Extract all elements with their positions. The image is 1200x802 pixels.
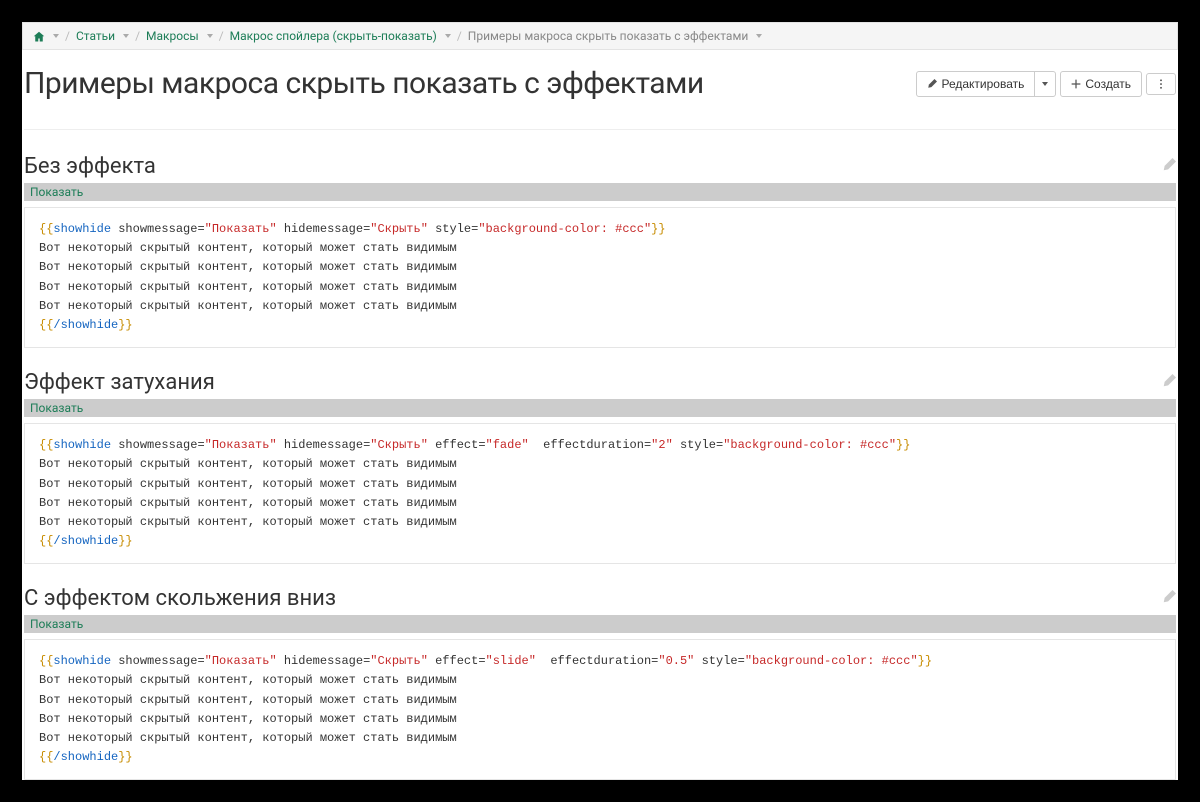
caret-down-icon <box>207 34 213 38</box>
breadcrumb-link[interactable]: Макросы <box>146 29 199 43</box>
section-heading: Без эффекта <box>24 154 156 179</box>
pencil-icon <box>1162 590 1176 604</box>
breadcrumb-current: Примеры макроса скрыть показать с эффект… <box>468 29 748 43</box>
breadcrumb-separator: / <box>65 29 70 43</box>
section: С эффектом скольжения вниз Показать {{show… <box>24 586 1176 780</box>
pencil-icon <box>927 79 937 89</box>
pencil-icon <box>1162 374 1176 388</box>
section-edit-button[interactable] <box>1162 590 1176 608</box>
create-button-label: Создать <box>1085 77 1131 91</box>
breadcrumb-link[interactable]: Статьи <box>76 29 115 43</box>
section-edit-button[interactable] <box>1162 374 1176 392</box>
section: Без эффекта Показать {{showhide showmessag… <box>24 154 1176 348</box>
section-head: С эффектом скольжения вниз <box>24 586 1176 611</box>
divider <box>24 129 1176 130</box>
breadcrumb-separator: / <box>135 29 140 43</box>
breadcrumb-separator: / <box>457 29 462 43</box>
more-actions-button[interactable] <box>1146 73 1176 95</box>
showhide-toggle-link[interactable]: Показать <box>30 401 83 415</box>
page-title: Примеры макроса скрыть показать с эффект… <box>24 66 704 101</box>
caret-down-icon <box>445 34 451 38</box>
section-head: Без эффекта <box>24 154 1176 179</box>
create-button[interactable]: Создать <box>1060 71 1142 97</box>
breadcrumb-separator: / <box>219 29 224 43</box>
more-vertical-icon <box>1156 79 1166 89</box>
section-head: Эффект затухания <box>24 370 1176 395</box>
caret-down-icon <box>123 34 129 38</box>
showhide-toggle-bar: Показать <box>24 615 1176 633</box>
page-frame: / Статьи / Макросы / Макрос спойлера (ск… <box>22 22 1178 780</box>
home-icon <box>33 31 45 43</box>
title-row: Примеры макроса скрыть показать с эффект… <box>24 50 1176 109</box>
caret-down-icon <box>1042 82 1048 86</box>
caret-down-icon <box>756 34 762 38</box>
plus-icon <box>1071 79 1081 89</box>
code-block: {{showhide showmessage="Показать" hideme… <box>24 639 1176 780</box>
section-heading: Эффект затухания <box>24 370 215 395</box>
code-block: {{showhide showmessage="Показать" hideme… <box>24 423 1176 564</box>
edit-button-group: Редактировать <box>916 71 1056 97</box>
showhide-toggle-link[interactable]: Показать <box>30 185 83 199</box>
showhide-toggle-link[interactable]: Показать <box>30 617 83 631</box>
code-block: {{showhide showmessage="Показать" hideme… <box>24 207 1176 348</box>
caret-down-icon <box>53 34 59 38</box>
edit-dropdown-toggle[interactable] <box>1034 71 1056 97</box>
breadcrumb: / Статьи / Макросы / Макрос спойлера (ск… <box>22 22 1178 50</box>
breadcrumb-link[interactable]: Макрос спойлера (скрыть-показать) <box>230 29 437 43</box>
title-actions: Редактировать Создать <box>916 71 1176 97</box>
showhide-toggle-bar: Показать <box>24 183 1176 201</box>
edit-button[interactable]: Редактировать <box>916 71 1035 97</box>
breadcrumb-home[interactable] <box>33 29 45 43</box>
pencil-icon <box>1162 158 1176 172</box>
sections-container: Без эффекта Показать {{showhide showmessag… <box>24 154 1176 780</box>
section: Эффект затухания Показать {{showhide showm… <box>24 370 1176 564</box>
section-heading: С эффектом скольжения вниз <box>24 586 336 611</box>
edit-button-label: Редактировать <box>941 77 1024 91</box>
section-edit-button[interactable] <box>1162 158 1176 176</box>
showhide-toggle-bar: Показать <box>24 399 1176 417</box>
